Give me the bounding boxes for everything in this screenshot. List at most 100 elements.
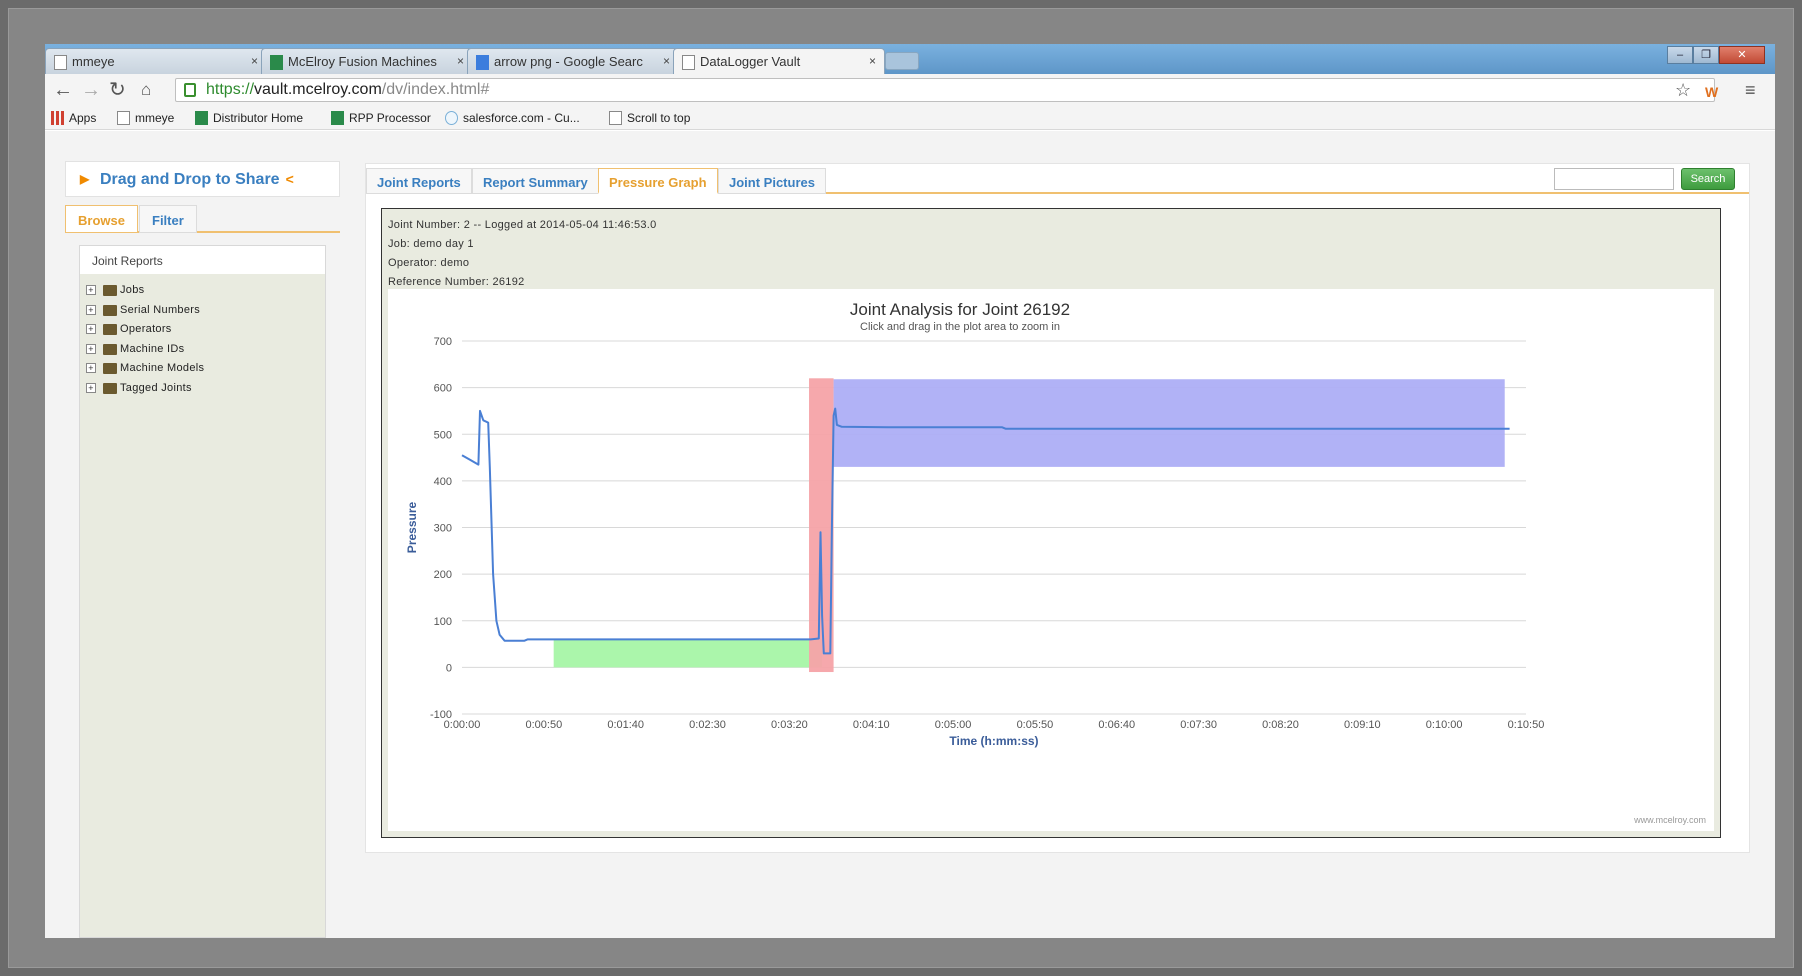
highlight-band (553, 639, 823, 668)
tab-report-summary[interactable]: Report Summary (472, 168, 599, 194)
expand-icon[interactable]: + (86, 383, 96, 393)
bookmark-label: salesforce.com - Cu... (463, 111, 580, 125)
apps-icon (51, 111, 64, 125)
expand-icon[interactable]: + (86, 363, 96, 373)
tree-item-machine-ids[interactable]: + Machine IDs (86, 343, 184, 355)
reload-icon[interactable]: ↻ (109, 80, 126, 100)
tab-label: McElroy Fusion Machines (288, 54, 437, 69)
bookmark-rpp-processor[interactable]: RPP Processor (331, 111, 431, 125)
tab-browse[interactable]: Browse (65, 205, 138, 233)
browser-toolbar: ← → ↻ ⌂ https://vault.mcelroy.com/dv/ind… (45, 74, 1775, 106)
tree-title: Joint Reports (80, 246, 325, 274)
window-controls: – ❐ ✕ (1667, 46, 1765, 64)
minimize-icon[interactable]: – (1667, 46, 1693, 64)
bookmark-mmeye[interactable]: mmeye (117, 111, 174, 125)
lock-icon (184, 83, 196, 97)
url-host: vault.mcelroy.com (254, 81, 382, 98)
expand-icon[interactable]: + (86, 324, 96, 334)
bookmark-salesforce[interactable]: salesforce.com - Cu... (445, 111, 580, 125)
expand-icon[interactable]: + (86, 285, 96, 295)
tree-item-machine-models[interactable]: + Machine Models (86, 362, 204, 374)
sidebar-tabs: Browse Filter (65, 205, 340, 233)
drag-drop-share[interactable]: ▶ Drag and Drop to Share < (65, 161, 340, 197)
menu-icon[interactable]: ≡ (1745, 80, 1756, 100)
close-icon[interactable]: × (457, 54, 464, 68)
tab-datalogger-vault[interactable]: DataLogger Vault × (673, 48, 885, 74)
arrow-right-icon: ▶ (80, 172, 90, 186)
window-close-icon[interactable]: ✕ (1719, 46, 1765, 64)
folder-icon (103, 344, 117, 355)
forward-icon[interactable]: → (81, 80, 101, 100)
tab-google-search[interactable]: arrow png - Google Searc × (467, 48, 679, 74)
tree-item-label: Tagged Joints (120, 382, 192, 394)
y-tick-label: 400 (434, 476, 452, 488)
y-tick-label: 700 (434, 336, 452, 348)
y-tick-label: 600 (434, 383, 452, 395)
x-axis-label: Time (h:mm:ss) (949, 734, 1038, 748)
bookmark-scroll-to-top[interactable]: Scroll to top (609, 111, 690, 125)
tab-filter[interactable]: Filter (139, 205, 197, 233)
bookmark-apps[interactable]: Apps (51, 111, 96, 125)
x-tick-label: 0:03:20 (771, 719, 808, 731)
y-tick-label: 100 (434, 616, 452, 628)
folder-icon (103, 324, 117, 335)
x-tick-label: 0:01:40 (607, 719, 644, 731)
search-input[interactable] (1554, 168, 1674, 190)
tab-joint-pictures[interactable]: Joint Pictures (718, 168, 826, 194)
tree-item-jobs[interactable]: + Jobs (86, 284, 144, 296)
close-icon[interactable]: × (663, 54, 670, 68)
x-tick-label: 0:02:30 (689, 719, 726, 731)
tab-mmeye[interactable]: mmeye × (45, 48, 267, 74)
home-icon[interactable]: ⌂ (141, 80, 151, 100)
chart-title: Joint Analysis for Joint 26192 (850, 300, 1070, 319)
tree-item-operators[interactable]: + Operators (86, 323, 172, 335)
tree-item-label: Operators (120, 323, 172, 335)
chart-subtitle: Click and drag in the plot area to zoom … (860, 321, 1060, 333)
tab-mcelroy-fusion[interactable]: McElroy Fusion Machines × (261, 48, 473, 74)
title-bar: mmeye × McElroy Fusion Machines × arrow … (45, 44, 1775, 74)
bookmark-label: Distributor Home (213, 111, 304, 125)
x-tick-label: 0:04:10 (853, 719, 890, 731)
x-tick-label: 0:05:00 (935, 719, 972, 731)
bookmark-label: Scroll to top (627, 111, 691, 125)
pressure-chart[interactable]: -10001002003004005006007000:00:00 0:00:50… (388, 289, 1714, 831)
expand-icon[interactable]: + (86, 305, 96, 315)
new-tab-button[interactable] (885, 52, 919, 70)
extension-icon[interactable]: W (1705, 82, 1718, 102)
bookmark-star-icon[interactable]: ☆ (1675, 80, 1691, 100)
tab-label: DataLogger Vault (700, 54, 801, 69)
expand-icon[interactable]: + (86, 344, 96, 354)
restore-icon[interactable]: ❐ (1693, 46, 1719, 64)
page-icon (117, 111, 130, 125)
joint-tree: Joint Reports + Jobs + Serial Numbers + Ope… (79, 245, 326, 938)
back-icon[interactable]: ← (53, 80, 73, 100)
close-icon[interactable]: × (251, 54, 258, 68)
folder-icon (103, 285, 117, 296)
left-panel: ▶ Drag and Drop to Share < Browse Filter … (65, 161, 340, 938)
page-icon (54, 55, 67, 70)
search-button[interactable]: Search (1681, 168, 1735, 190)
y-tick-label: 500 (434, 429, 452, 441)
spreadsheet-icon (195, 111, 208, 125)
x-tick-label: 0:09:10 (1344, 719, 1381, 731)
spreadsheet-icon (331, 111, 344, 125)
x-tick-label: 0:06:40 (1098, 719, 1135, 731)
tab-pressure-graph[interactable]: Pressure Graph (598, 168, 718, 194)
close-icon[interactable]: × (869, 54, 876, 68)
tree-item-tagged-joints[interactable]: + Tagged Joints (86, 382, 192, 394)
share-icon: < (285, 171, 294, 187)
page-icon (682, 55, 695, 70)
chart-area[interactable]: -100 0 100 200 300 400 500 600 700 0:00:00 0:00:50… (388, 289, 1714, 831)
bookmarks-bar: Apps mmeye Distributor Home RPP Processo… (45, 106, 1775, 130)
tree-item-serial-numbers[interactable]: + Serial Numbers (86, 304, 200, 316)
y-axis-label: Pressure (405, 501, 419, 553)
reference-info: Reference Number: 26192 (388, 276, 525, 288)
bookmark-distributor-home[interactable]: Distributor Home (195, 111, 303, 125)
google-icon (476, 55, 489, 70)
tab-joint-reports[interactable]: Joint Reports (366, 168, 472, 194)
address-bar[interactable]: https://vault.mcelroy.com/dv/index.html# (175, 78, 1715, 102)
x-tick-label: 0:10:00 (1426, 719, 1463, 731)
chart-credit: www.mcelroy.com (1633, 815, 1706, 825)
share-title: Drag and Drop to Share (100, 171, 280, 188)
tab-label: mmeye (72, 54, 115, 69)
